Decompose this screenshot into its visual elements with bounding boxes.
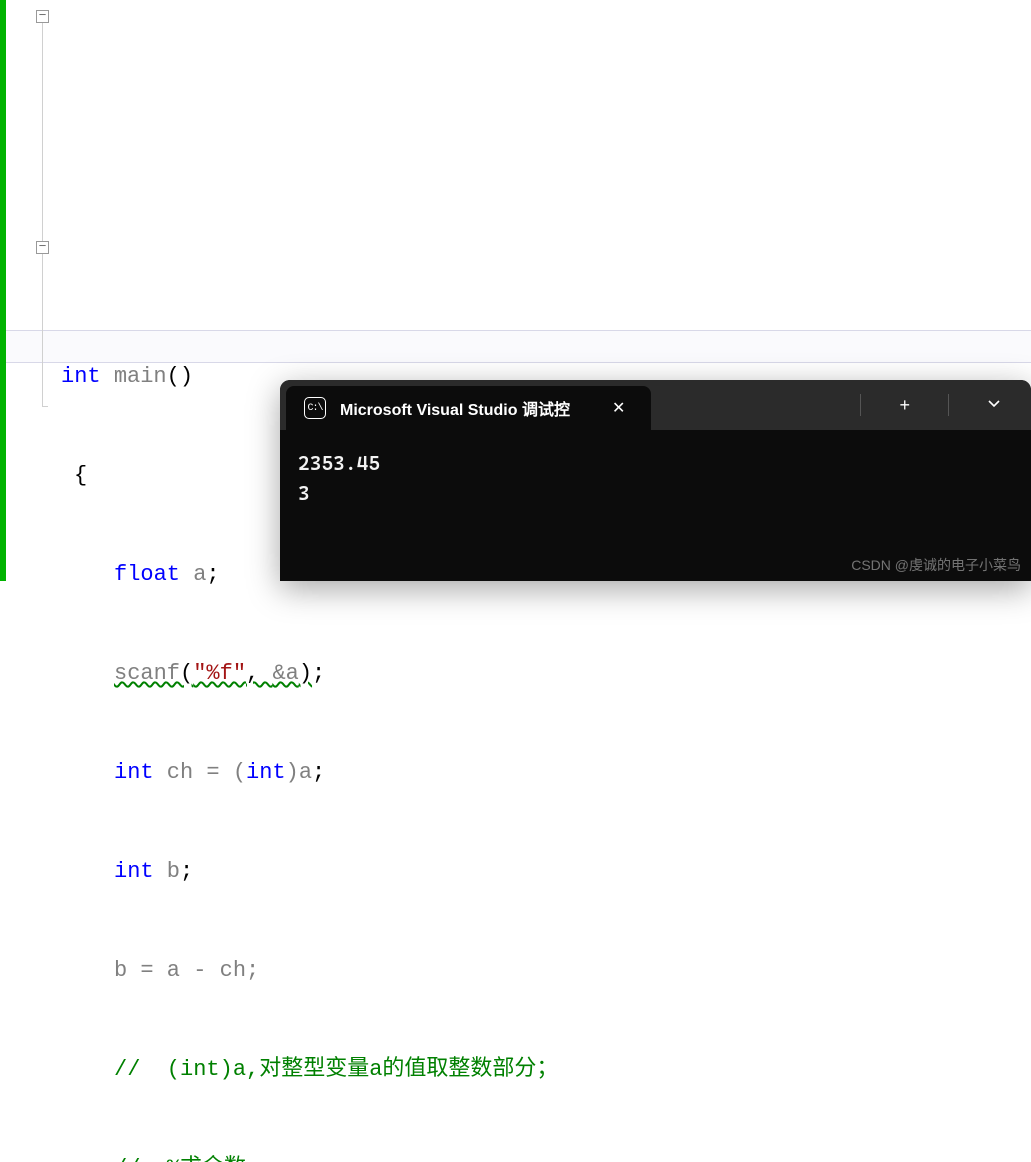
keyword-float: float — [114, 562, 180, 587]
watermark-text: CSDN @虔诚的电子小菜鸟 — [851, 555, 1021, 575]
keyword-int: int — [114, 859, 154, 884]
divider — [860, 394, 861, 416]
output-line: 2353.45 — [298, 448, 1013, 478]
current-line-highlight — [6, 330, 1031, 363]
ident-ch: ch = ( — [154, 760, 246, 785]
divider — [948, 394, 949, 416]
terminal-titlebar[interactable]: C:\ Microsoft Visual Studio 调试控 ✕ + — [280, 380, 1031, 430]
keyword-int: int — [61, 364, 101, 389]
brace-open: { — [74, 463, 87, 488]
ident-a2: )a — [286, 760, 312, 785]
new-tab-button[interactable]: + — [889, 389, 920, 422]
func-scanf: scanf — [114, 661, 180, 686]
fold-end-cap — [42, 406, 48, 407]
semicolon: ; — [312, 760, 325, 785]
output-line: 3 — [298, 478, 1013, 508]
comment-line-1: // (int)a,对整型变量a的值取整数部分； — [6, 1053, 1031, 1086]
parens: () — [167, 364, 193, 389]
comment-line-2: // %求余数 — [6, 1152, 1031, 1162]
stmt-assign-b: b = a - ch; — [6, 954, 1031, 987]
terminal-icon: C:\ — [304, 397, 326, 419]
close-icon[interactable]: ✕ — [604, 394, 633, 422]
terminal-output[interactable]: 2353.45 3 — [280, 430, 1031, 526]
semicolon: ; — [312, 661, 325, 686]
titlebar-controls: + — [860, 380, 1011, 430]
func-main: main — [114, 364, 167, 389]
terminal-icon-text: C:\ — [307, 403, 322, 414]
addr-a: &a — [272, 661, 298, 686]
fold-toggle-icon[interactable]: − — [36, 10, 49, 23]
semicolon: ; — [180, 859, 193, 884]
ident-b: b — [154, 859, 180, 884]
fold-toggle-icon[interactable]: − — [36, 241, 49, 254]
chevron-down-icon — [987, 397, 1001, 411]
string-fmt: "%f" — [193, 661, 246, 686]
tab-dropdown-button[interactable] — [977, 389, 1011, 422]
keyword-int-cast: int — [246, 760, 286, 785]
ident-a: a — [180, 562, 206, 587]
paren-open: ( — [180, 661, 193, 686]
paren-close: ) — [299, 661, 312, 686]
terminal-tab[interactable]: C:\ Microsoft Visual Studio 调试控 ✕ — [286, 386, 651, 430]
semicolon: ; — [206, 562, 219, 587]
keyword-int: int — [114, 760, 154, 785]
terminal-tab-title: Microsoft Visual Studio 调试控 — [340, 396, 570, 420]
fold-guide-line — [42, 23, 43, 406]
debug-console-window: C:\ Microsoft Visual Studio 调试控 ✕ + 2353… — [280, 380, 1031, 581]
comma: , — [246, 661, 272, 686]
